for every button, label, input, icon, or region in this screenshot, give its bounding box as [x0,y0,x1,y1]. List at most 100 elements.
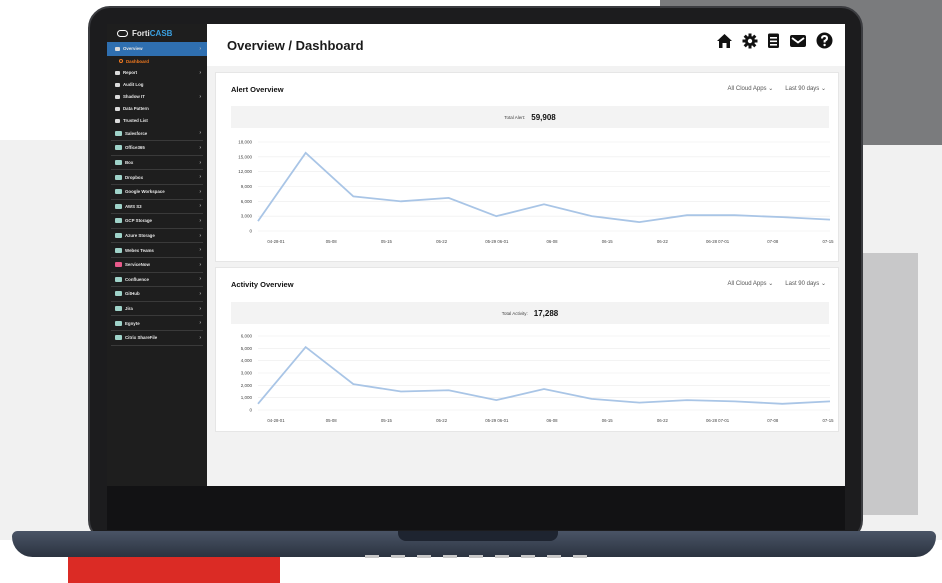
chevron-right-icon: › [199,203,201,210]
clipboard-icon[interactable] [767,32,780,54]
sidebar-item-dropbox[interactable]: Dropbox › [107,170,207,184]
alert-total-value: 59,908 [531,112,556,122]
servicenow-icon [115,262,122,268]
sidebar-item-gcp-storage[interactable]: GCP Storage › [107,214,207,228]
jira-icon [115,306,122,312]
alert-total-label: Total Alert: [504,114,526,120]
sidebar-item-label: Audit Log [123,82,144,88]
sidebar-item-trusted-list[interactable]: Trusted List [107,115,207,127]
sidebar-item-azure-storage[interactable]: Azure Storage › [107,229,207,243]
sidebar-item-box[interactable]: Box › [107,156,207,170]
alert-app-filter[interactable]: All Cloud Apps ⌄ [728,85,774,92]
sidebar-item-aws-s3[interactable]: AWS S3 › [107,200,207,214]
chevron-right-icon: › [199,69,201,76]
app-screen: Forti CASB Overview › Dashboard Report › Audit… [107,24,845,486]
sidebar-item-salesforce[interactable]: Salesforce › [107,127,207,141]
x-tick-label: 06-28 07-01 [706,239,730,244]
sidebar-item-label: Citrix ShareFile [125,335,158,341]
chevron-right-icon: › [199,334,201,341]
activity-overview-title: Activity Overview [231,280,294,289]
sidebar-item-label: AWS S3 [125,203,142,209]
help-icon[interactable] [816,32,833,54]
chevron-right-icon: › [199,247,201,254]
sidebar-item-servicenow[interactable]: ServiceNow › [107,258,207,272]
sidebar-item-label: Azure Storage [125,233,155,239]
sidebar-item-overview[interactable]: Overview › [107,42,207,56]
sidebar-item-dashboard[interactable]: Dashboard [107,56,207,67]
citrix-sharefile-icon [115,335,122,341]
y-tick-label: 1,000 [241,395,253,400]
sidebar-item-egnyte[interactable]: Egnyte › [107,316,207,330]
x-tick-label: 07-15 [823,239,835,244]
sidebar-item-jira[interactable]: Jira › [107,302,207,316]
list-icon [115,118,120,123]
alert-range-filter[interactable]: Last 90 days ⌄ [785,85,826,92]
sidebar-item-data-pattern[interactable]: Data Pattern [107,103,207,115]
sidebar-item-google-workspace[interactable]: Google Workspace › [107,185,207,199]
sidebar-item-report[interactable]: Report › [107,67,207,79]
series-line [257,151,831,224]
sidebar-item-github[interactable]: GitHub › [107,287,207,301]
cloud-icon [117,29,128,37]
sidebar-item-confluence[interactable]: Confluence › [107,273,207,287]
sidebar-item-label: Box [125,160,134,166]
chevron-right-icon: › [199,290,201,297]
alert-overview-title: Alert Overview [231,85,284,94]
aws-s3-icon [115,203,122,209]
chevron-right-icon: › [199,174,201,181]
chevron-right-icon: › [199,130,201,137]
sidebar-item-webex-teams[interactable]: Webex Teams › [107,243,207,257]
chevron-right-icon: › [199,93,201,100]
chevron-right-icon: › [199,159,201,166]
sidebar-item-shadow-it[interactable]: Shadow IT › [107,91,207,103]
forticasb-logo[interactable]: Forti CASB [107,24,207,42]
chevron-right-icon: › [199,320,201,327]
alert-filters: All Cloud Apps ⌄ Last 90 days ⌄ [728,85,826,92]
activity-total-band: Total Activity: 17,288 [231,302,829,324]
y-tick-label: 3,000 [241,371,253,376]
sidebar-item-label: Trusted List [123,118,148,124]
chevron-right-icon: › [199,217,201,224]
chevron-down-icon: ⌄ [820,281,826,287]
alert-app-filter-label: All Cloud Apps [727,86,767,92]
webex-teams-icon [115,247,122,253]
home-icon[interactable] [716,33,733,54]
x-tick-label: 05-15 [381,239,393,244]
sidebar-item-label: Data Pattern [123,106,149,112]
log-icon [115,82,120,87]
alert-range-filter-label: Last 90 days [785,86,820,92]
mail-icon[interactable] [789,34,807,53]
x-tick-label: 06-22 [657,239,669,244]
eye-icon [115,46,120,51]
page-title: Overview / Dashboard [227,37,364,53]
activity-overview-card: Activity Overview All Cloud Apps ⌄ Last … [215,267,839,432]
activity-app-filter-label: All Cloud Apps [727,281,767,287]
activity-range-filter[interactable]: Last 90 days ⌄ [785,280,826,287]
chevron-right-icon: › [199,261,201,268]
sidebar-item-office365[interactable]: Office365 › [107,141,207,155]
sidebar-item-label: Shadow IT [123,94,145,100]
confluence-icon [115,276,122,282]
github-icon [115,291,122,297]
sidebar-item-label: GCP Storage [125,218,153,224]
circle-icon [119,59,123,64]
chevron-right-icon: › [199,305,201,312]
box-icon [115,160,122,166]
gear-icon[interactable] [742,33,758,54]
activity-app-filter[interactable]: All Cloud Apps ⌄ [728,280,774,287]
chevron-right-icon: › [199,144,201,151]
sidebar-item-label: Dropbox [125,174,144,180]
chevron-right-icon: › [199,45,201,52]
x-tick-label: 06-08 [547,418,559,423]
sidebar-item-audit-log[interactable]: Audit Log [107,79,207,91]
alert-overview-card: Alert Overview All Cloud Apps ⌄ Last 90 … [215,72,839,262]
office365-icon [115,145,122,151]
y-tick-label: 6,000 [241,199,253,204]
activity-total-label: Total Activity: [501,310,528,316]
sidebar-item-label: ServiceNow [125,262,150,268]
x-tick-label: 05-08 [326,239,338,244]
azure-storage-icon [115,233,122,239]
x-tick-label: 04-28-01 [267,239,285,244]
sidebar-item-citrix-sharefile[interactable]: Citrix ShareFile › [107,331,207,345]
sidebar-item-label: Jira [125,306,133,312]
